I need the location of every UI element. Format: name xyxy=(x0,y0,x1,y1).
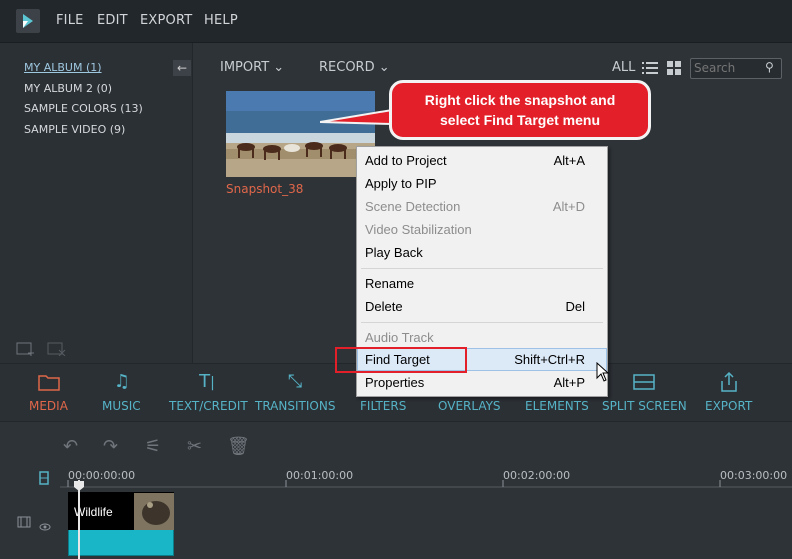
collapse-arrow-icon[interactable]: ← xyxy=(173,60,191,76)
clip-thumbnail xyxy=(134,493,174,530)
track-lock-icon[interactable] xyxy=(37,470,51,486)
search-input[interactable] xyxy=(694,60,764,76)
search-icon[interactable]: ⚲ xyxy=(765,60,774,74)
snapshot-label[interactable]: Snapshot_38 xyxy=(226,182,303,196)
ruler-tick-3: 00:03:00:00 xyxy=(720,469,788,482)
app-logo-icon xyxy=(16,9,40,33)
video-track-icon xyxy=(17,514,31,528)
filter-all-button[interactable]: ALL xyxy=(612,60,635,75)
callout-pointer xyxy=(320,108,393,126)
folder-icon[interactable] xyxy=(37,371,61,393)
tab-overlays[interactable]: OVERLAYS xyxy=(438,399,501,413)
import-button[interactable]: IMPORT ⌄ xyxy=(220,60,284,75)
menu-separator xyxy=(361,322,603,323)
tab-media[interactable]: MEDIA xyxy=(29,399,68,413)
menu-file[interactable]: FILE xyxy=(56,13,84,28)
tab-split-screen[interactable]: SPLIT SCREEN xyxy=(602,399,687,413)
snapshot-thumbnail[interactable] xyxy=(226,91,375,177)
export-icon[interactable] xyxy=(717,371,741,393)
tab-music[interactable]: MUSIC xyxy=(102,399,141,413)
grid-view-icon[interactable] xyxy=(666,60,682,76)
music-note-icon[interactable]: ♫ xyxy=(110,371,134,393)
menu-item-add-to-project[interactable]: Add to Project Alt+A xyxy=(357,150,607,172)
tab-filters[interactable]: FILTERS xyxy=(360,399,406,413)
delete-folder-icon[interactable] xyxy=(47,340,67,357)
ruler-tick-2: 00:02:00:00 xyxy=(503,469,571,482)
menu-item-audio-track: Audio Track xyxy=(365,330,434,345)
cut-icon[interactable]: ✂ xyxy=(187,436,202,457)
callout-line-1: Right click the snapshot and xyxy=(424,92,616,108)
record-button[interactable]: RECORD ⌄ xyxy=(319,60,390,75)
album-sample-video[interactable]: SAMPLE VIDEO (9) xyxy=(24,123,125,136)
split-screen-icon[interactable] xyxy=(632,371,656,393)
menu-item-delete[interactable]: Delete Del xyxy=(357,296,607,318)
menu-help[interactable]: HELP xyxy=(204,13,238,28)
eye-icon[interactable] xyxy=(39,517,51,531)
find-target-highlight-box xyxy=(335,347,467,373)
timeline-ruler[interactable] xyxy=(60,466,792,488)
search-box[interactable]: ⚲ xyxy=(690,58,782,79)
menu-separator xyxy=(361,268,603,269)
menu-item-scene-detection: Scene Detection Alt+D xyxy=(365,199,585,214)
mouse-cursor-icon xyxy=(596,361,610,382)
text-icon[interactable]: T| xyxy=(195,371,219,393)
menu-export[interactable]: EXPORT xyxy=(140,13,192,28)
menu-item-video-stabilization: Video Stabilization xyxy=(365,222,472,237)
callout-line-2: select Find Target menu xyxy=(440,112,600,128)
menu-item-rename[interactable]: Rename xyxy=(357,273,607,295)
album-sample-colors[interactable]: SAMPLE COLORS (13) xyxy=(24,102,143,115)
menu-edit[interactable]: EDIT xyxy=(97,13,128,28)
tab-text-credit[interactable]: TEXT/CREDIT xyxy=(169,399,248,413)
playhead[interactable] xyxy=(78,480,80,559)
transitions-icon[interactable]: ⤡ xyxy=(283,371,307,393)
tab-elements[interactable]: ELEMENTS xyxy=(525,399,589,413)
list-view-icon[interactable] xyxy=(642,60,658,76)
menu-item-play-back[interactable]: Play Back xyxy=(357,242,607,264)
tab-export[interactable]: EXPORT xyxy=(705,399,752,413)
album-my-album-2[interactable]: MY ALBUM 2 (0) xyxy=(24,82,112,95)
tab-transitions[interactable]: TRANSITIONS xyxy=(255,399,335,413)
album-my-album-1[interactable]: MY ALBUM (1) xyxy=(24,61,102,74)
instruction-callout: Right click the snapshot and select Find… xyxy=(389,80,651,140)
playhead-handle[interactable] xyxy=(74,476,84,491)
redo-icon[interactable]: ↷ xyxy=(103,436,118,457)
ruler-tick-1: 00:01:00:00 xyxy=(286,469,354,482)
undo-icon[interactable]: ↶ xyxy=(63,436,78,457)
menu-item-properties[interactable]: Properties Alt+P xyxy=(357,372,607,394)
menu-item-apply-to-pip[interactable]: Apply to PIP xyxy=(357,173,607,195)
adjust-icon[interactable]: ⚟ xyxy=(145,436,161,457)
delete-icon[interactable]: 🗑 xyxy=(227,436,250,457)
add-folder-icon[interactable] xyxy=(16,340,36,356)
